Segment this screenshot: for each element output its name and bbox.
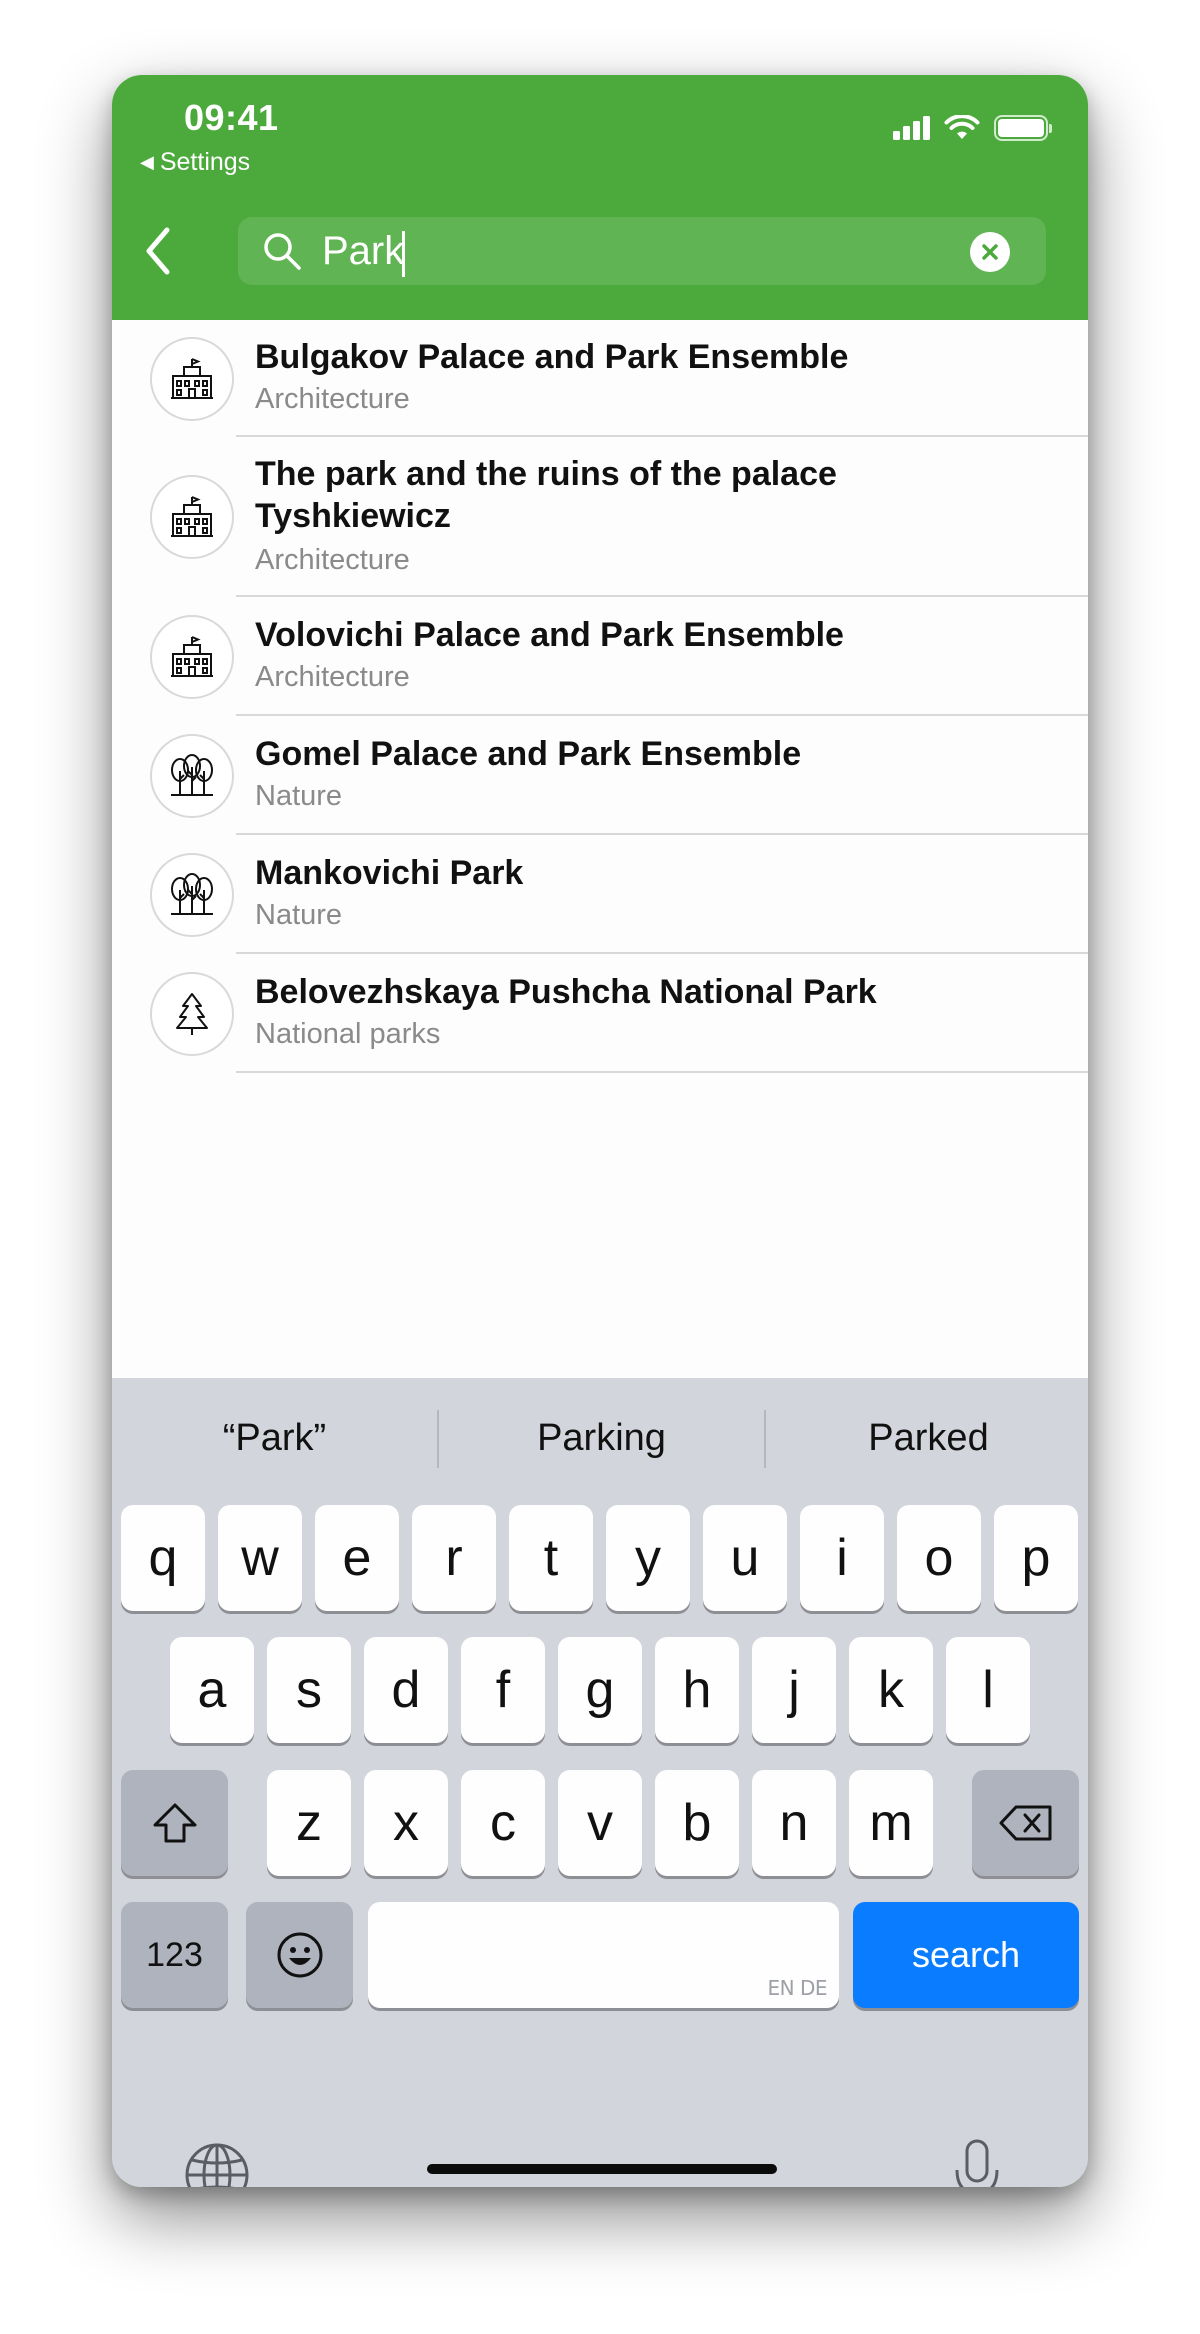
key-b[interactable]: b <box>655 1770 739 1876</box>
search-key[interactable]: search <box>853 1902 1079 2008</box>
key-h[interactable]: h <box>655 1637 739 1743</box>
key-j[interactable]: j <box>752 1637 836 1743</box>
emoji-icon <box>277 1932 322 1978</box>
key-q[interactable]: q <box>121 1505 205 1611</box>
trees-icon <box>150 853 234 937</box>
status-time: 09:41 <box>184 97 279 138</box>
search-header: 09:41 ◀ Settings <box>112 75 1088 320</box>
back-triangle-icon: ◀ <box>140 152 154 172</box>
wifi-icon <box>944 115 980 139</box>
palace-icon <box>150 475 234 559</box>
search-input[interactable] <box>322 225 922 277</box>
key-l[interactable]: l <box>946 1637 1030 1743</box>
result-title: Mankovichi Park <box>255 854 524 892</box>
suggestion-1[interactable]: “Park” <box>112 1408 437 1468</box>
key-g[interactable]: g <box>558 1637 642 1743</box>
result-title: Gomel Palace and Park Ensemble <box>255 735 802 773</box>
key-x[interactable]: x <box>364 1770 448 1876</box>
key-v[interactable]: v <box>558 1770 642 1876</box>
globe-icon[interactable] <box>184 2142 250 2187</box>
home-indicator[interactable] <box>427 2164 777 2174</box>
key-p[interactable]: p <box>994 1505 1078 1611</box>
close-icon <box>982 244 998 260</box>
key-y[interactable]: y <box>606 1505 690 1611</box>
result-category: Nature <box>255 780 343 812</box>
clear-search-button[interactable] <box>970 232 1010 272</box>
result-category: Architecture <box>255 661 410 693</box>
key-o[interactable]: o <box>897 1505 981 1611</box>
result-title: The park and the ruins of the palace Tys… <box>255 455 837 535</box>
trees-icon <box>150 734 234 818</box>
back-app-label: Settings <box>159 148 251 176</box>
space-bar[interactable]: EN DE <box>368 1902 839 2008</box>
language-hint: EN DE <box>767 1976 828 2000</box>
result-category: National parks <box>255 1018 441 1050</box>
key-i[interactable]: i <box>800 1505 884 1611</box>
status-icons <box>893 115 1052 141</box>
result-title: Belovezhskaya Pushcha National Park <box>255 973 877 1011</box>
key-f[interactable]: f <box>461 1637 545 1743</box>
search-icon <box>264 233 301 270</box>
phone-screen: 09:41 ◀ Settings Park Bulgakov Palace an… <box>112 75 1088 2187</box>
suggestion-3[interactable]: Parked <box>766 1408 1088 1468</box>
keyboard: “Park” Parking Parked q w e r t y u i o … <box>112 1378 1088 2187</box>
key-d[interactable]: d <box>364 1637 448 1743</box>
key-k[interactable]: k <box>849 1637 933 1743</box>
key-c[interactable]: c <box>461 1770 545 1876</box>
search-results-list: Bulgakov Palace and Park Ensemble Archit… <box>112 320 1088 1073</box>
result-item[interactable]: The park and the ruins of the palace Tys… <box>112 437 1088 597</box>
result-item[interactable]: Volovichi Palace and Park Ensemble Archi… <box>112 597 1088 716</box>
numbers-key[interactable]: 123 <box>121 1902 228 2008</box>
result-category: Architecture <box>255 544 410 576</box>
chevron-left-icon <box>146 227 170 275</box>
key-s[interactable]: s <box>267 1637 351 1743</box>
result-title: Volovichi Palace and Park Ensemble <box>255 616 844 654</box>
result-item[interactable]: Gomel Palace and Park Ensemble Nature <box>112 716 1088 835</box>
text-caret <box>402 231 405 277</box>
predictive-bar: “Park” Parking Parked <box>112 1378 1088 1498</box>
key-a[interactable]: a <box>170 1637 254 1743</box>
key-u[interactable]: u <box>703 1505 787 1611</box>
shift-key[interactable] <box>121 1770 228 1876</box>
cellular-signal-icon <box>893 116 930 140</box>
result-category: Nature <box>255 899 343 931</box>
key-t[interactable]: t <box>509 1505 593 1611</box>
palace-icon <box>150 337 234 421</box>
emoji-key[interactable] <box>246 1902 353 2008</box>
key-n[interactable]: n <box>752 1770 836 1876</box>
pine-tree-icon <box>150 972 234 1056</box>
result-title: Bulgakov Palace and Park Ensemble <box>255 338 849 376</box>
result-item[interactable]: Mankovichi Park Nature <box>112 835 1088 954</box>
back-button[interactable] <box>138 223 178 279</box>
suggestion-2[interactable]: Parking <box>439 1408 764 1468</box>
back-to-app[interactable]: ◀ Settings <box>140 148 250 177</box>
palace-icon <box>150 615 234 699</box>
shift-icon <box>153 1803 196 1843</box>
key-m[interactable]: m <box>849 1770 933 1876</box>
search-field[interactable] <box>238 217 1046 285</box>
backspace-icon <box>999 1805 1051 1841</box>
key-z[interactable]: z <box>267 1770 351 1876</box>
key-e[interactable]: e <box>315 1505 399 1611</box>
battery-icon <box>994 115 1052 141</box>
key-w[interactable]: w <box>218 1505 302 1611</box>
result-item[interactable]: Bulgakov Palace and Park Ensemble Archit… <box>112 320 1088 437</box>
delete-key[interactable] <box>972 1770 1079 1876</box>
key-r[interactable]: r <box>412 1505 496 1611</box>
row-divider <box>236 1071 1088 1073</box>
result-category: Architecture <box>255 383 410 415</box>
result-item[interactable]: Belovezhskaya Pushcha National Park Nati… <box>112 954 1088 1073</box>
microphone-icon[interactable] <box>952 2138 1002 2187</box>
